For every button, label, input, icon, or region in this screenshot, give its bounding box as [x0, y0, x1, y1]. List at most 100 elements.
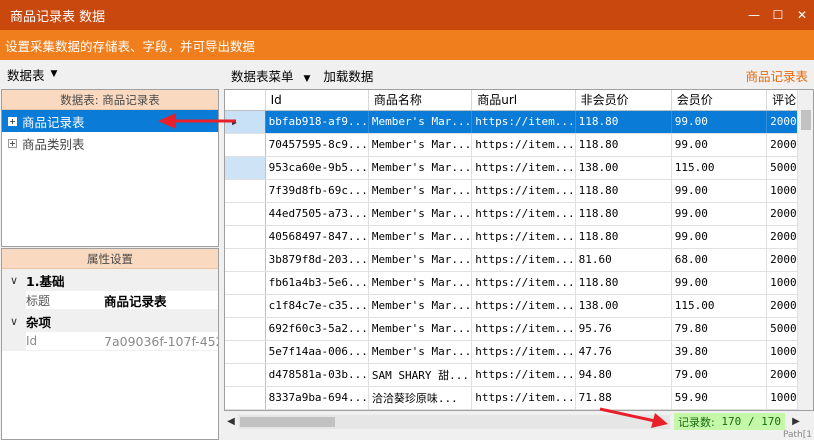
column-header[interactable]: 会员价 [671, 90, 768, 111]
table-menu-button[interactable]: 数据表菜单 ▼ [222, 66, 310, 85]
expand-icon[interactable] [8, 138, 17, 148]
table-cell[interactable]: d478581a-03b... [265, 363, 369, 387]
table-cell[interactable]: 115.00 [671, 294, 768, 318]
property-category-misc[interactable]: ∨ 杂项 [2, 310, 218, 332]
row-header[interactable] [225, 225, 266, 249]
table-cell[interactable]: Member's Mar... [368, 317, 473, 341]
table-cell[interactable]: 5e7f14aa-006... [265, 340, 369, 364]
row-header[interactable] [225, 363, 266, 387]
table-cell[interactable]: 138.00 [575, 156, 672, 180]
table-cell[interactable]: https://item... [471, 202, 576, 226]
table-cell[interactable]: https://item... [471, 248, 576, 272]
scrollbar-thumb[interactable] [801, 110, 811, 130]
table-cell[interactable]: https://item... [471, 156, 576, 180]
table-cell[interactable]: https://item... [471, 179, 576, 203]
expand-icon[interactable] [8, 116, 17, 126]
table-cell[interactable]: https://item... [471, 363, 576, 387]
table-cell[interactable]: https://item... [471, 133, 576, 157]
table-cell[interactable]: https://item... [471, 225, 576, 249]
horizontal-scrollbar[interactable] [238, 414, 670, 429]
collapse-icon[interactable]: ∨ [2, 315, 26, 328]
table-row[interactable]: 7f39d8fb-69c... Member's Mar... https://it… [225, 179, 813, 203]
table-cell[interactable]: 118.80 [575, 202, 672, 226]
table-cell[interactable]: Member's Mar... [368, 225, 473, 249]
row-header[interactable] [225, 271, 266, 295]
table-cell[interactable]: 79.00 [671, 363, 768, 387]
table-cell[interactable]: https://item... [471, 294, 576, 318]
row-header[interactable] [225, 179, 266, 203]
table-row[interactable]: 5e7f14aa-006... Member's Mar... https://it… [225, 340, 813, 364]
tree-item-product-categories[interactable]: 商品类别表 [2, 132, 218, 154]
table-row[interactable]: 692f60c3-5a2... Member's Mar... https://it… [225, 317, 813, 341]
table-row[interactable]: 953ca60e-9b5... Member's Mar... https://it… [225, 156, 813, 180]
column-header[interactable]: 商品url [471, 90, 576, 111]
table-cell[interactable]: 692f60c3-5a2... [265, 317, 369, 341]
table-cell[interactable]: 118.80 [575, 110, 672, 134]
table-cell[interactable]: 40568497-847... [265, 225, 369, 249]
table-cell[interactable]: https://item... [471, 110, 576, 134]
maximize-button[interactable]: ☐ [766, 0, 790, 30]
table-row[interactable]: 40568497-847... Member's Mar... https://it… [225, 225, 813, 249]
table-cell[interactable]: 39.80 [671, 340, 768, 364]
property-category-basic[interactable]: ∨ 1.基础 [2, 269, 218, 291]
property-value[interactable]: 商品记录表 [104, 291, 218, 310]
table-cell[interactable]: https://item... [471, 386, 576, 410]
table-cell[interactable]: Member's Mar... [368, 294, 473, 318]
row-header[interactable] [225, 248, 266, 272]
scroll-left-icon[interactable]: ◀ [224, 416, 238, 427]
property-row-id[interactable]: Id 7a09036f-107f-452d- [2, 331, 218, 351]
table-cell[interactable]: Member's Mar... [368, 110, 473, 134]
table-cell[interactable]: 79.80 [671, 317, 768, 341]
table-cell[interactable]: 68.00 [671, 248, 768, 272]
table-cell[interactable]: 99.00 [671, 110, 768, 134]
row-header[interactable] [225, 133, 266, 157]
table-row[interactable]: d478581a-03b... SAM SHARY 甜... https://ite… [225, 363, 813, 387]
table-cell[interactable]: 47.76 [575, 340, 672, 364]
table-row[interactable]: fb61a4b3-5e6... Member's Mar... https://it… [225, 271, 813, 295]
table-cell[interactable]: Member's Mar... [368, 202, 473, 226]
table-row[interactable]: 8337a9ba-694... 洽洽葵珍原味... https://item... 7… [225, 386, 813, 410]
table-cell[interactable]: Member's Mar... [368, 271, 473, 295]
table-cell[interactable]: 118.80 [575, 179, 672, 203]
table-cell[interactable]: 118.80 [575, 271, 672, 295]
load-data-button[interactable]: 加载数据 [323, 66, 373, 85]
table-cell[interactable]: c1f84c7e-c35... [265, 294, 369, 318]
tree-item-product-records[interactable]: 商品记录表 [2, 110, 218, 132]
column-header[interactable]: Id [265, 90, 369, 111]
table-cell[interactable]: fb61a4b3-5e6... [265, 271, 369, 295]
property-row-title[interactable]: 标题 商品记录表 [2, 290, 218, 310]
table-cell[interactable]: https://item... [471, 271, 576, 295]
column-header[interactable]: 非会员价 [575, 90, 672, 111]
table-cell[interactable]: 118.80 [575, 225, 672, 249]
table-row[interactable]: c1f84c7e-c35... Member's Mar... https://it… [225, 294, 813, 318]
scroll-right-icon[interactable]: ▶ [789, 416, 803, 427]
table-cell[interactable]: bbfab918-af9... [265, 110, 369, 134]
table-cell[interactable]: 59.90 [671, 386, 768, 410]
table-cell[interactable]: 138.00 [575, 294, 672, 318]
table-cell[interactable]: 8337a9ba-694... [265, 386, 369, 410]
table-cell[interactable]: 7f39d8fb-69c... [265, 179, 369, 203]
table-row[interactable]: 70457595-8c9... Member's Mar... https://it… [225, 133, 813, 157]
table-cell[interactable]: Member's Mar... [368, 248, 473, 272]
scrollbar-thumb[interactable] [240, 416, 335, 427]
table-cell[interactable]: 99.00 [671, 225, 768, 249]
close-button[interactable]: ✕ [790, 0, 814, 30]
row-header[interactable] [225, 294, 266, 318]
table-cell[interactable]: Member's Mar... [368, 133, 473, 157]
table-cell[interactable]: 99.00 [671, 133, 768, 157]
table-cell[interactable]: 44ed7505-a73... [265, 202, 369, 226]
table-cell[interactable]: 洽洽葵珍原味... [368, 386, 473, 410]
table-row[interactable]: ▶ bbfab918-af9... Member's Mar... https://i… [225, 110, 813, 134]
table-cell[interactable]: 953ca60e-9b5... [265, 156, 369, 180]
table-cell[interactable]: 99.00 [671, 202, 768, 226]
table-cell[interactable]: 94.80 [575, 363, 672, 387]
table-cell[interactable]: 99.00 [671, 179, 768, 203]
column-header[interactable]: 商品名称 [368, 90, 473, 111]
table-row[interactable]: 44ed7505-a73... Member's Mar... https://it… [225, 202, 813, 226]
table-cell[interactable]: Member's Mar... [368, 179, 473, 203]
table-cell[interactable]: 3b879f8d-203... [265, 248, 369, 272]
table-cell[interactable]: Member's Mar... [368, 340, 473, 364]
collapse-icon[interactable]: ∨ [2, 274, 26, 287]
row-header[interactable] [225, 386, 266, 410]
table-cell[interactable]: 118.80 [575, 133, 672, 157]
